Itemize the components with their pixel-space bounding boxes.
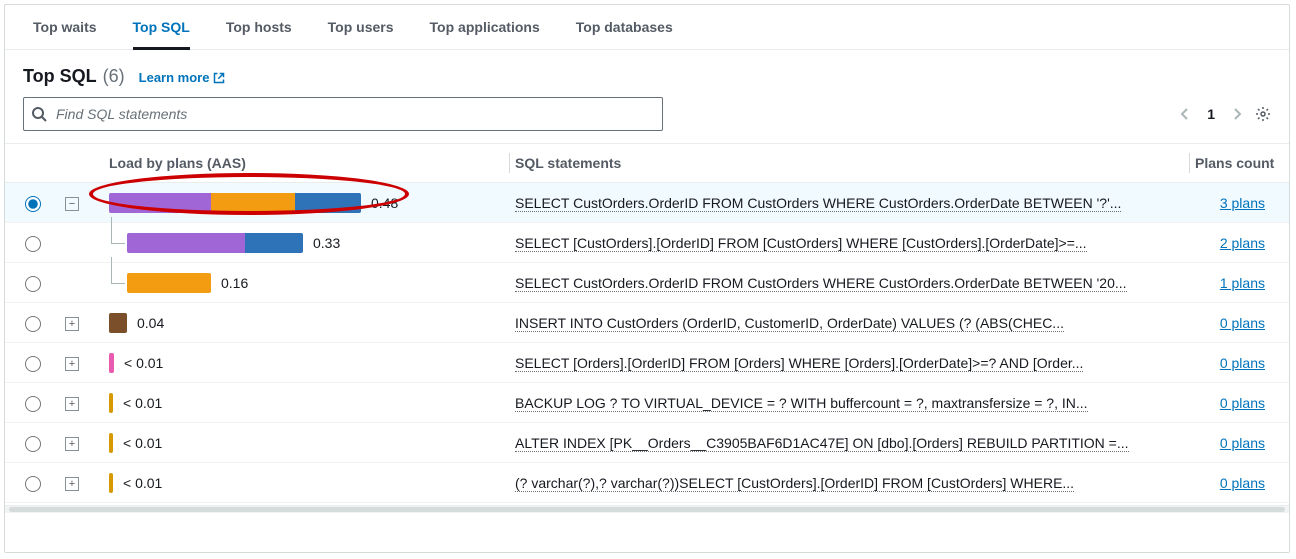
page-number: 1	[1207, 106, 1215, 122]
prev-page-button[interactable]	[1177, 106, 1193, 122]
load-value: < 0.01	[124, 355, 163, 371]
load-bar	[109, 473, 113, 493]
pager: 1	[1177, 106, 1245, 122]
search-input[interactable]	[23, 97, 663, 131]
col-sql[interactable]: SQL statements	[509, 145, 1189, 181]
table-row[interactable]: + < 0.01 SELECT [Orders].[OrderID] FROM [O…	[5, 343, 1289, 383]
section-header: Top SQL (6) Learn more	[5, 50, 1289, 97]
load-bar-segment	[109, 393, 113, 413]
settings-button[interactable]	[1255, 106, 1271, 122]
load-value: 0.16	[221, 275, 248, 291]
tab-top-applications[interactable]: Top applications	[412, 5, 558, 49]
row-select-radio[interactable]	[25, 436, 41, 452]
plans-count-link[interactable]: 0 plans	[1220, 435, 1265, 451]
row-select-radio[interactable]	[25, 276, 41, 292]
tab-top-waits[interactable]: Top waits	[15, 5, 115, 49]
sql-statement-link[interactable]: SELECT CustOrders.OrderID FROM CustOrder…	[515, 275, 1127, 292]
panel: Top waitsTop SQLTop hostsTop usersTop ap…	[4, 4, 1290, 553]
table-row[interactable]: + < 0.01 ALTER INDEX [PK__Orders__C3905BAF…	[5, 423, 1289, 463]
horizontal-scrollbar[interactable]	[5, 505, 1289, 513]
tab-top-sql[interactable]: Top SQL	[115, 5, 208, 49]
sql-table: Load by plans (AAS) SQL statements Plans…	[5, 143, 1289, 503]
chevron-left-icon	[1177, 106, 1193, 122]
load-value: 0.33	[313, 235, 340, 251]
load-bar	[109, 193, 361, 213]
sql-statement-link[interactable]: SELECT [CustOrders].[OrderID] FROM [Cust…	[515, 235, 1087, 252]
expand-icon[interactable]: +	[65, 437, 79, 451]
expand-icon[interactable]: +	[65, 357, 79, 371]
load-value: < 0.01	[123, 395, 162, 411]
load-bar-segment	[127, 273, 211, 293]
toolbar: 1	[5, 97, 1289, 143]
sql-statement-link[interactable]: INSERT INTO CustOrders (OrderID, Custome…	[515, 315, 1064, 332]
table-row[interactable]: + < 0.01 BACKUP LOG ? TO VIRTUAL_DEVICE = …	[5, 383, 1289, 423]
load-value: < 0.01	[123, 435, 162, 451]
plans-count-link[interactable]: 0 plans	[1220, 475, 1265, 491]
load-bar	[127, 233, 303, 253]
row-select-radio[interactable]	[25, 236, 41, 252]
sql-statement-link[interactable]: BACKUP LOG ? TO VIRTUAL_DEVICE = ? WITH …	[515, 395, 1088, 412]
tab-top-hosts[interactable]: Top hosts	[208, 5, 310, 49]
load-bar	[109, 433, 113, 453]
plans-count-link[interactable]: 0 plans	[1220, 315, 1265, 331]
load-bar	[109, 353, 114, 373]
result-count: (6)	[103, 66, 125, 87]
load-bar-segment	[109, 193, 211, 213]
sql-statement-link[interactable]: (? varchar(?),? varchar(?))SELECT [CustO…	[515, 475, 1074, 492]
expand-icon[interactable]: +	[65, 317, 79, 331]
row-select-radio[interactable]	[25, 316, 41, 332]
load-bar-segment	[245, 233, 303, 253]
collapse-icon[interactable]: −	[65, 197, 79, 211]
col-plans[interactable]: Plans count	[1189, 145, 1285, 181]
plans-count-link[interactable]: 1 plans	[1220, 275, 1265, 291]
plans-count-link[interactable]: 2 plans	[1220, 235, 1265, 251]
gear-icon	[1255, 106, 1271, 122]
table-row[interactable]: +0.04 INSERT INTO CustOrders (OrderID, Cu…	[5, 303, 1289, 343]
tab-top-databases[interactable]: Top databases	[558, 5, 691, 49]
load-bar-segment	[127, 233, 245, 253]
sql-statement-link[interactable]: SELECT CustOrders.OrderID FROM CustOrder…	[515, 195, 1121, 212]
search-wrapper	[23, 97, 663, 131]
load-bar-segment	[109, 353, 114, 373]
table-row[interactable]: + < 0.01 (? varchar(?),? varchar(?))SELECT…	[5, 463, 1289, 503]
page-title: Top SQL	[23, 66, 97, 87]
load-bar-segment	[109, 313, 127, 333]
load-bar-segment	[109, 473, 113, 493]
plans-count-link[interactable]: 0 plans	[1220, 355, 1265, 371]
table-header: Load by plans (AAS) SQL statements Plans…	[5, 143, 1289, 183]
load-bar	[109, 313, 127, 333]
load-value: 0.48	[371, 195, 398, 211]
search-icon	[31, 106, 47, 122]
load-bar-segment	[211, 193, 295, 213]
col-load[interactable]: Load by plans (AAS)	[59, 145, 509, 181]
load-bar-segment	[295, 193, 361, 213]
load-value: 0.04	[137, 315, 164, 331]
load-bar-segment	[109, 433, 113, 453]
row-select-radio[interactable]	[25, 356, 41, 372]
learn-more-link[interactable]: Learn more	[139, 70, 226, 85]
external-link-icon	[213, 72, 225, 84]
load-bar	[109, 393, 113, 413]
load-bar	[127, 273, 211, 293]
table-row[interactable]: 0.16 SELECT CustOrders.OrderID FROM CustO…	[5, 263, 1289, 303]
expand-icon[interactable]: +	[65, 397, 79, 411]
sql-statement-link[interactable]: SELECT [Orders].[OrderID] FROM [Orders] …	[515, 355, 1083, 372]
learn-more-label: Learn more	[139, 70, 210, 85]
chevron-right-icon	[1229, 106, 1245, 122]
sql-statement-link[interactable]: ALTER INDEX [PK__Orders__C3905BAF6D1AC47…	[515, 435, 1129, 452]
tab-top-users[interactable]: Top users	[310, 5, 412, 49]
row-select-radio[interactable]	[25, 396, 41, 412]
next-page-button[interactable]	[1229, 106, 1245, 122]
expand-icon[interactable]: +	[65, 477, 79, 491]
row-select-radio[interactable]	[25, 196, 41, 212]
plans-count-link[interactable]: 0 plans	[1220, 395, 1265, 411]
row-select-radio[interactable]	[25, 476, 41, 492]
plans-count-link[interactable]: 3 plans	[1220, 195, 1265, 211]
load-value: < 0.01	[123, 475, 162, 491]
tabs: Top waitsTop SQLTop hostsTop usersTop ap…	[5, 5, 1289, 50]
